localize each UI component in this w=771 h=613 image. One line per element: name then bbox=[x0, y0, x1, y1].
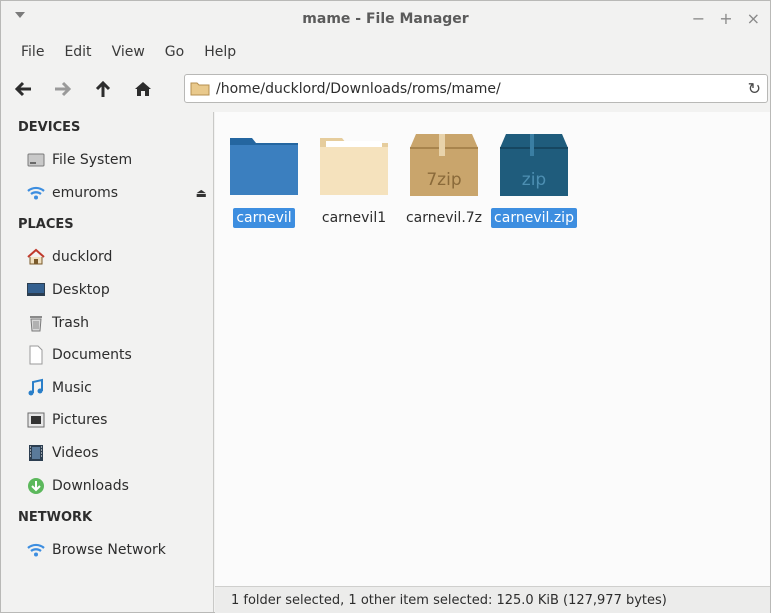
forward-button[interactable] bbox=[45, 74, 81, 104]
sidebar-item-label: ducklord bbox=[52, 249, 113, 266]
home-icon bbox=[135, 82, 151, 96]
folder-blue-icon bbox=[230, 138, 298, 195]
file-item-carnevil-7z[interactable]: 7zip carnevil.7z bbox=[403, 130, 485, 228]
menu-view[interactable]: View bbox=[102, 39, 155, 65]
home-button[interactable] bbox=[125, 74, 161, 104]
arrow-left-icon bbox=[14, 81, 31, 97]
wifi-icon bbox=[26, 183, 46, 203]
location-bar[interactable]: /home/ducklord/Downloads/roms/mame/ ↻ bbox=[184, 74, 768, 103]
arrow-up-icon bbox=[95, 80, 111, 97]
window-menu-arrow-icon[interactable] bbox=[15, 12, 25, 18]
file-name: carnevil.zip bbox=[491, 208, 577, 228]
archive-badge: zip bbox=[522, 170, 546, 190]
eject-icon[interactable]: ⏏ bbox=[196, 186, 207, 200]
file-manager-window: mame - File Manager − + × File Edit View… bbox=[0, 0, 771, 613]
file-item-carnevil[interactable]: carnevil bbox=[223, 130, 305, 228]
trash-icon bbox=[26, 313, 46, 333]
back-button[interactable] bbox=[5, 74, 41, 104]
minimize-button[interactable]: − bbox=[692, 9, 705, 28]
sidebar-item-documents[interactable]: Documents bbox=[7, 339, 213, 372]
title-bar: mame - File Manager − + × bbox=[1, 1, 770, 37]
sidebar-item-desktop[interactable]: Desktop bbox=[7, 274, 213, 307]
sidebar-item-trash[interactable]: Trash bbox=[7, 306, 213, 339]
window-controls: − + × bbox=[692, 9, 760, 28]
location-path: /home/ducklord/Downloads/roms/mame/ bbox=[216, 80, 501, 97]
toolbar: /home/ducklord/Downloads/roms/mame/ ↻ bbox=[1, 71, 770, 107]
network-wifi-icon bbox=[26, 540, 46, 560]
desktop-icon bbox=[26, 280, 46, 300]
status-bar: 1 folder selected, 1 other item selected… bbox=[215, 586, 770, 613]
picture-icon bbox=[26, 410, 46, 430]
maximize-button[interactable]: + bbox=[719, 9, 732, 28]
file-name: carnevil1 bbox=[321, 210, 387, 226]
sidebar-item-videos[interactable]: Videos bbox=[7, 437, 213, 470]
home-folder-icon bbox=[26, 247, 46, 267]
sidebar-item-label: Pictures bbox=[52, 412, 108, 429]
close-button[interactable]: × bbox=[747, 9, 760, 28]
download-icon bbox=[26, 476, 46, 496]
sidebar-header-network: NETWORK bbox=[18, 509, 93, 525]
document-icon bbox=[26, 345, 46, 365]
file-item-carnevil-zip[interactable]: zip carnevil.zip bbox=[491, 130, 577, 228]
sidebar-item-label: Documents bbox=[52, 347, 132, 364]
up-button[interactable] bbox=[85, 74, 121, 104]
menu-help[interactable]: Help bbox=[194, 39, 246, 65]
sidebar-item-label: Trash bbox=[52, 314, 89, 331]
sidebar-header-devices: DEVICES bbox=[18, 120, 81, 135]
sidebar-item-label: Music bbox=[52, 379, 92, 396]
sidebar-item-label: Desktop bbox=[52, 282, 110, 299]
sidebar-item-label: Downloads bbox=[52, 477, 129, 494]
music-note-icon bbox=[26, 378, 46, 398]
sidebar-item-file-system[interactable]: File System bbox=[7, 144, 213, 177]
status-text: 1 folder selected, 1 other item selected… bbox=[231, 593, 667, 608]
file-view[interactable]: carnevil carnevil1 7zip carnevil.7z zip … bbox=[215, 112, 770, 586]
sidebar-item-label: Videos bbox=[52, 445, 99, 462]
sidebar: DEVICES File System emuroms ⏏ PLACES duc… bbox=[7, 112, 214, 612]
sidebar-header-places: PLACES bbox=[18, 217, 74, 233]
sidebar-item-pictures[interactable]: Pictures bbox=[7, 404, 213, 437]
sidebar-item-browse-network[interactable]: Browse Network bbox=[7, 534, 213, 567]
sidebar-item-emuroms[interactable]: emuroms ⏏ bbox=[7, 177, 213, 210]
harddisk-icon bbox=[26, 150, 46, 170]
menu-file[interactable]: File bbox=[11, 39, 54, 65]
window-title: mame - File Manager bbox=[302, 11, 469, 27]
folder-light-icon bbox=[320, 138, 388, 195]
sidebar-item-music[interactable]: Music bbox=[7, 372, 213, 405]
arrow-right-icon bbox=[55, 81, 72, 97]
menu-go[interactable]: Go bbox=[155, 39, 194, 65]
file-name: carnevil.7z bbox=[405, 210, 483, 226]
archive-7z-icon: 7zip bbox=[410, 134, 478, 196]
menu-bar: File Edit View Go Help bbox=[1, 39, 246, 65]
file-item-carnevil1[interactable]: carnevil1 bbox=[313, 130, 395, 228]
archive-badge: 7zip bbox=[426, 170, 461, 190]
file-name: carnevil bbox=[233, 208, 295, 228]
menu-edit[interactable]: Edit bbox=[54, 39, 101, 65]
sidebar-item-ducklord[interactable]: ducklord bbox=[7, 241, 213, 274]
film-icon bbox=[26, 443, 46, 463]
reload-icon[interactable]: ↻ bbox=[748, 79, 761, 98]
sidebar-item-label: File System bbox=[52, 152, 133, 169]
archive-zip-icon: zip bbox=[500, 134, 568, 196]
sidebar-item-label: Browse Network bbox=[52, 542, 166, 559]
sidebar-item-downloads[interactable]: Downloads bbox=[7, 469, 213, 502]
sidebar-item-label: emuroms bbox=[52, 184, 119, 201]
folder-icon bbox=[190, 82, 210, 96]
